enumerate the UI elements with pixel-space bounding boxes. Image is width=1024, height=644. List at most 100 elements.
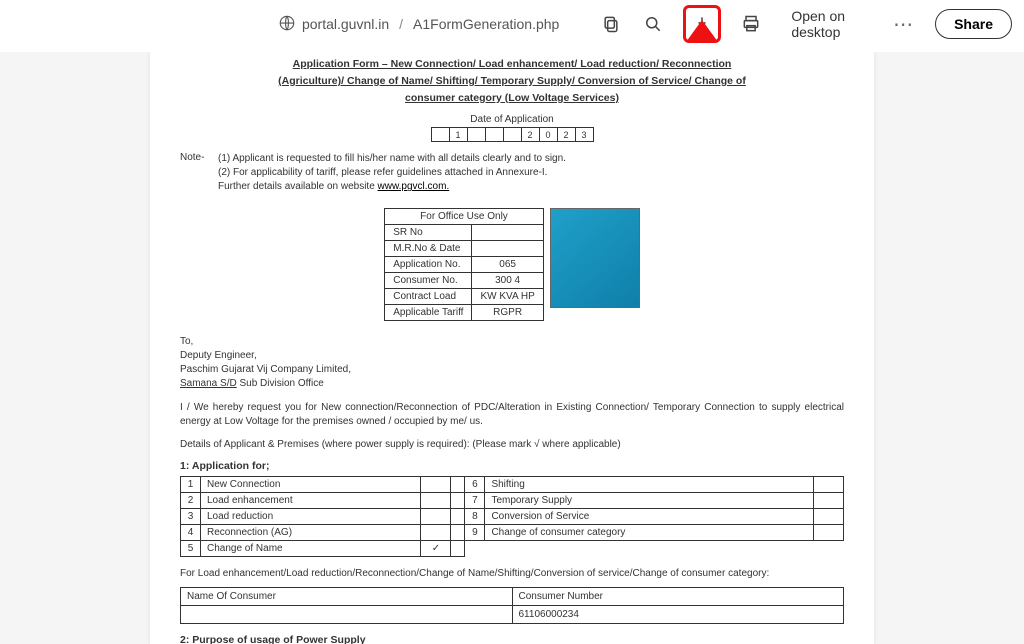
- applicant-photo: [550, 208, 640, 308]
- download-highlight: [683, 5, 721, 43]
- page-viewport: Application Form – New Connection/ Load …: [0, 52, 1024, 644]
- row-check: [814, 493, 844, 509]
- office-header: For Office Use Only: [385, 209, 544, 225]
- form-title: Application Form – New Connection/ Load …: [180, 56, 844, 106]
- office-row-value: 300 4: [472, 273, 543, 289]
- office-row-label: M.R.No & Date: [385, 241, 472, 257]
- table-gap: [451, 541, 465, 557]
- toolbar: portal.guvnl.in / A1FormGeneration.php: [0, 0, 1024, 48]
- row-text: Load reduction: [201, 509, 421, 525]
- office-use-block: For Office Use Only SR NoM.R.No & DateAp…: [180, 208, 844, 321]
- row-check: [421, 525, 451, 541]
- addr-l2: Deputy Engineer,: [180, 349, 844, 363]
- document-page: Application Form – New Connection/ Load …: [150, 52, 874, 644]
- toolbar-right: Open on desktop ⋯ Share: [559, 2, 1012, 46]
- date-cell: [467, 128, 485, 142]
- addressee-block: To, Deputy Engineer, Paschim Gujarat Vij…: [180, 335, 844, 391]
- consumer-name-header: Name Of Consumer: [181, 588, 513, 606]
- row-text: Load enhancement: [201, 493, 421, 509]
- table-gap: [451, 477, 465, 493]
- row-num: 7: [465, 493, 485, 509]
- open-on-desktop-button[interactable]: Open on desktop: [777, 2, 871, 46]
- date-cell: [485, 128, 503, 142]
- consumer-number-header: Consumer Number: [512, 588, 844, 606]
- row-num: 2: [181, 493, 201, 509]
- row-text: Change of consumer category: [485, 525, 814, 541]
- table-gap: [451, 509, 465, 525]
- share-button[interactable]: Share: [935, 9, 1012, 39]
- row-check: [421, 509, 451, 525]
- row-check: [421, 477, 451, 493]
- url-domain: portal.guvnl.in: [302, 16, 389, 32]
- row-text: Conversion of Service: [485, 509, 814, 525]
- date-cell: 2: [521, 128, 539, 142]
- office-row-value: KW KVA HP: [472, 289, 543, 305]
- office-row-label: Applicable Tariff: [385, 305, 472, 321]
- note-2: (2) For applicability of tariff, please …: [218, 166, 844, 180]
- date-cell: 2: [557, 128, 575, 142]
- row-check: [814, 525, 844, 541]
- note-link[interactable]: www.pgvcl.com.: [378, 181, 450, 192]
- icon-row: [599, 5, 763, 43]
- date-cells: 12023: [431, 127, 594, 142]
- row-text: Shifting: [485, 477, 814, 493]
- row-check: [814, 509, 844, 525]
- note-label: Note-: [180, 152, 218, 194]
- note-3: Further details available on website www…: [218, 180, 844, 194]
- print-icon[interactable]: [739, 12, 763, 36]
- office-row-value: RGPR: [472, 305, 543, 321]
- row-text: Change of Name: [201, 541, 421, 557]
- date-cell: [503, 128, 521, 142]
- office-row-label: SR No: [385, 225, 472, 241]
- row-text: New Connection: [201, 477, 421, 493]
- date-cell: 0: [539, 128, 557, 142]
- office-row-value: 065: [472, 257, 543, 273]
- row-check: [814, 477, 844, 493]
- request-paragraph: I / We hereby request you for New connec…: [180, 401, 844, 429]
- consumer-name-value: [181, 606, 513, 624]
- addr-l4: Samana S/D Sub Division Office: [180, 377, 844, 391]
- office-row-value: [472, 225, 543, 241]
- title-line-2: (Agriculture)/ Change of Name/ Shifting/…: [180, 73, 844, 90]
- note-1: (1) Applicant is requested to fill his/h…: [218, 152, 844, 166]
- row-num: 3: [181, 509, 201, 525]
- table-gap: [451, 493, 465, 509]
- date-label: Date of Application: [180, 114, 844, 125]
- search-icon[interactable]: [641, 12, 665, 36]
- url-area: portal.guvnl.in / A1FormGeneration.php: [278, 14, 559, 35]
- office-row-label: Consumer No.: [385, 273, 472, 289]
- row-check: [421, 493, 451, 509]
- office-use-table: For Office Use Only SR NoM.R.No & DateAp…: [384, 208, 544, 321]
- addr-l3: Paschim Gujarat Vij Company Limited,: [180, 363, 844, 377]
- row-check: ✓: [421, 541, 451, 557]
- row-num: 6: [465, 477, 485, 493]
- office-row-label: Application No.: [385, 257, 472, 273]
- row-text: Temporary Supply: [485, 493, 814, 509]
- section-2-heading: 2: Purpose of usage of Power Supply: [180, 634, 844, 644]
- section-1-heading: 1: Application for;: [180, 460, 844, 472]
- globe-icon: [278, 14, 296, 35]
- row-text: Reconnection (AG): [201, 525, 421, 541]
- row-num: 9: [465, 525, 485, 541]
- office-row-label: Contract Load: [385, 289, 472, 305]
- application-for-table: 1New Connection 6Shifting 2Load enhancemen…: [180, 476, 844, 557]
- row-num: 4: [181, 525, 201, 541]
- row-num: 1: [181, 477, 201, 493]
- title-line-3: consumer category (Low Voltage Services): [180, 90, 844, 107]
- office-row-value: [472, 241, 543, 257]
- copy-icon[interactable]: [599, 12, 623, 36]
- details-line: Details of Applicant & Premises (where p…: [180, 439, 844, 450]
- more-icon[interactable]: ⋯: [885, 12, 921, 37]
- date-cell: [431, 128, 449, 142]
- date-cell: 3: [575, 128, 593, 142]
- breadcrumb-sep: /: [399, 16, 403, 32]
- row-num: 5: [181, 541, 201, 557]
- note-block: Note- (1) Applicant is requested to fill…: [180, 152, 844, 194]
- title-line-1: Application Form – New Connection/ Load …: [180, 56, 844, 73]
- consumer-number-value: 61106000234: [512, 606, 844, 624]
- url-file: A1FormGeneration.php: [413, 16, 559, 32]
- row-num: 8: [465, 509, 485, 525]
- section-1-note: For Load enhancement/Load reduction/Reco…: [180, 567, 844, 581]
- consumer-table: Name Of Consumer Consumer Number 6110600…: [180, 587, 844, 624]
- date-of-application: Date of Application 12023: [180, 114, 844, 142]
